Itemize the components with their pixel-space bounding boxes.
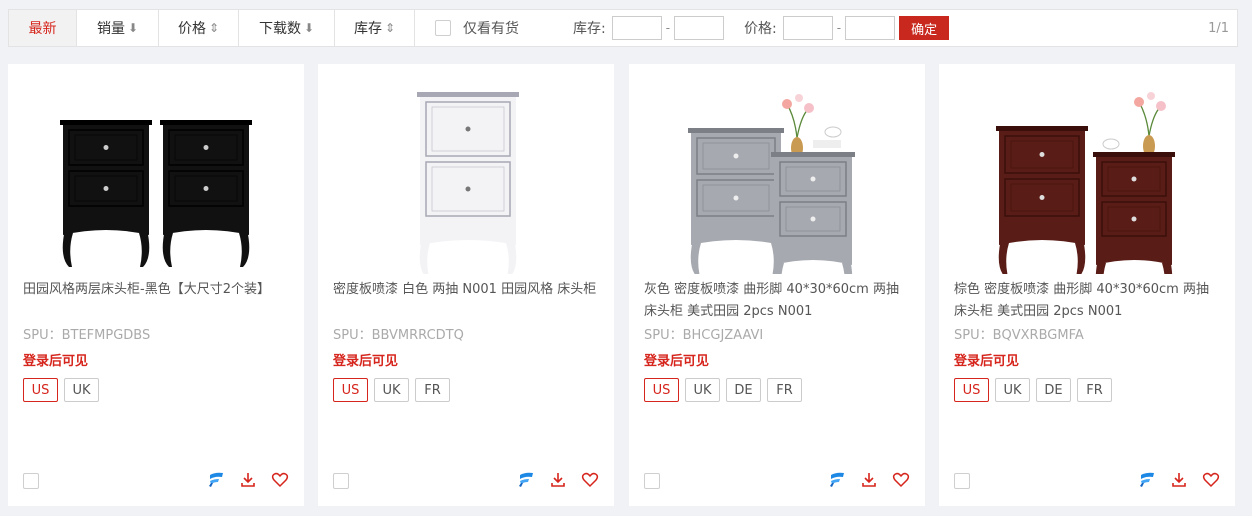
price-min-input[interactable] [782,16,833,40]
sort-tab-sales[interactable]: 销量 ⬇ [77,10,159,46]
heart-icon[interactable] [580,470,600,490]
stock-min-input[interactable] [611,16,662,40]
site-tag-us[interactable]: US [644,378,679,402]
product-spu: SPU：BHCGJZAAVI [644,328,764,343]
site-tags: US UK DE FR [954,378,1112,402]
product-card[interactable]: 棕色 密度板喷漆 曲形脚 40*30*60cm 两抽 床头柜 美式田园 2pcs… [939,64,1235,506]
sort-tab-label: 库存 [353,21,382,37]
brand-f-icon[interactable] [206,470,226,490]
site-tag-fr[interactable]: FR [1077,378,1112,402]
sort-tab-stock[interactable]: 库存 ⇕ [335,10,415,46]
product-image [60,120,252,267]
sort-tab-price[interactable]: 价格 ⇕ [159,10,239,46]
site-tags: US UK DE FR [644,378,802,402]
product-spu: SPU：BTEFMPGDBS [23,328,151,343]
sort-updown-icon: ⇕ [384,21,396,35]
product-actions [1137,470,1221,490]
brand-f-icon[interactable] [1137,470,1157,490]
select-product-checkbox[interactable] [23,473,39,489]
page-indicator: 1/1 [1208,20,1229,36]
login-to-view-price[interactable]: 登录后可见 [954,350,1019,369]
site-tag-fr[interactable]: FR [415,378,450,402]
sort-tab-label: 销量 [96,21,125,37]
product-actions [206,470,290,490]
stock-range-label: 库存: [573,21,606,37]
range-dash: - [665,21,671,35]
product-spu: SPU：BQVXRBGMFA [954,328,1084,343]
site-tag-uk[interactable]: UK [995,378,1030,402]
brand-f-icon[interactable] [516,470,536,490]
select-product-checkbox[interactable] [644,473,660,489]
site-tags: US UK FR [333,378,450,402]
product-image [688,94,855,297]
product-title[interactable]: 灰色 密度板喷漆 曲形脚 40*30*60cm 两抽 床头柜 美式田园 2pcs… [644,279,914,323]
sort-tab-label: 最新 [28,21,57,37]
sort-tab-newest[interactable]: 最新 [9,10,77,46]
site-tag-uk[interactable]: UK [374,378,409,402]
arrow-down-icon: ⬇ [127,21,139,35]
confirm-filter-button[interactable]: 确定 [899,16,950,40]
product-image-link[interactable] [318,82,614,277]
stock-max-input[interactable] [674,16,725,40]
select-product-checkbox[interactable] [954,473,970,489]
product-image-link[interactable] [629,82,925,297]
site-tag-fr[interactable]: FR [767,378,802,402]
select-product-checkbox[interactable] [333,473,349,489]
product-card[interactable]: 田园风格两层床头柜-黑色【大尺寸2个装】 SPU：BTEFMPGDBS 登录后可… [8,64,304,506]
site-tag-us[interactable]: US [333,378,368,402]
site-tag-de[interactable]: DE [726,378,761,402]
product-title[interactable]: 密度板喷漆 白色 两抽 N001 田园风格 床头柜 [333,279,603,301]
price-range-label: 价格: [744,21,777,37]
product-spu: SPU：BBVMRRCDTQ [333,328,464,343]
download-icon[interactable] [548,470,568,490]
product-image-link[interactable] [939,82,1235,297]
download-icon[interactable] [859,470,879,490]
sort-tab-downloads[interactable]: 下载数 ⬇ [239,10,335,46]
heart-icon[interactable] [891,470,911,490]
product-title[interactable]: 棕色 密度板喷漆 曲形脚 40*30*60cm 两抽 床头柜 美式田园 2pcs… [954,279,1224,323]
heart-icon[interactable] [1201,470,1221,490]
site-tag-us[interactable]: US [23,378,58,402]
product-image [996,92,1175,297]
product-actions [827,470,911,490]
product-image-link[interactable] [8,82,304,274]
product-title[interactable]: 田园风格两层床头柜-黑色【大尺寸2个装】 [23,279,293,301]
login-to-view-price[interactable]: 登录后可见 [333,350,398,369]
product-actions [516,470,600,490]
sort-filter-toolbar: 最新 销量 ⬇ 价格 ⇕ 下载数 ⬇ 库存 ⇕ 仅看有货 库存: - 价格: -… [8,9,1238,47]
product-card[interactable]: 密度板喷漆 白色 两抽 N001 田园风格 床头柜 SPU：BBVMRRCDTQ… [318,64,614,506]
sort-updown-icon: ⇕ [208,21,220,35]
sort-tab-label: 价格 [177,21,206,37]
product-image [417,92,519,277]
download-icon[interactable] [1169,470,1189,490]
site-tag-de[interactable]: DE [1036,378,1071,402]
login-to-view-price[interactable]: 登录后可见 [644,350,709,369]
heart-icon[interactable] [270,470,290,490]
arrow-down-icon: ⬇ [303,21,315,35]
site-tag-uk[interactable]: UK [64,378,99,402]
in-stock-checkbox[interactable] [435,20,451,36]
site-tag-us[interactable]: US [954,378,989,402]
in-stock-filter[interactable]: 仅看有货 [435,18,519,38]
site-tags: US UK [23,378,99,402]
price-max-input[interactable] [845,16,896,40]
sort-tab-label: 下载数 [258,21,301,37]
brand-f-icon[interactable] [827,470,847,490]
in-stock-label: 仅看有货 [463,21,519,37]
site-tag-uk[interactable]: UK [685,378,720,402]
range-dash: - [836,21,842,35]
download-icon[interactable] [238,470,258,490]
login-to-view-price[interactable]: 登录后可见 [23,350,88,369]
product-card[interactable]: 灰色 密度板喷漆 曲形脚 40*30*60cm 两抽 床头柜 美式田园 2pcs… [629,64,925,506]
